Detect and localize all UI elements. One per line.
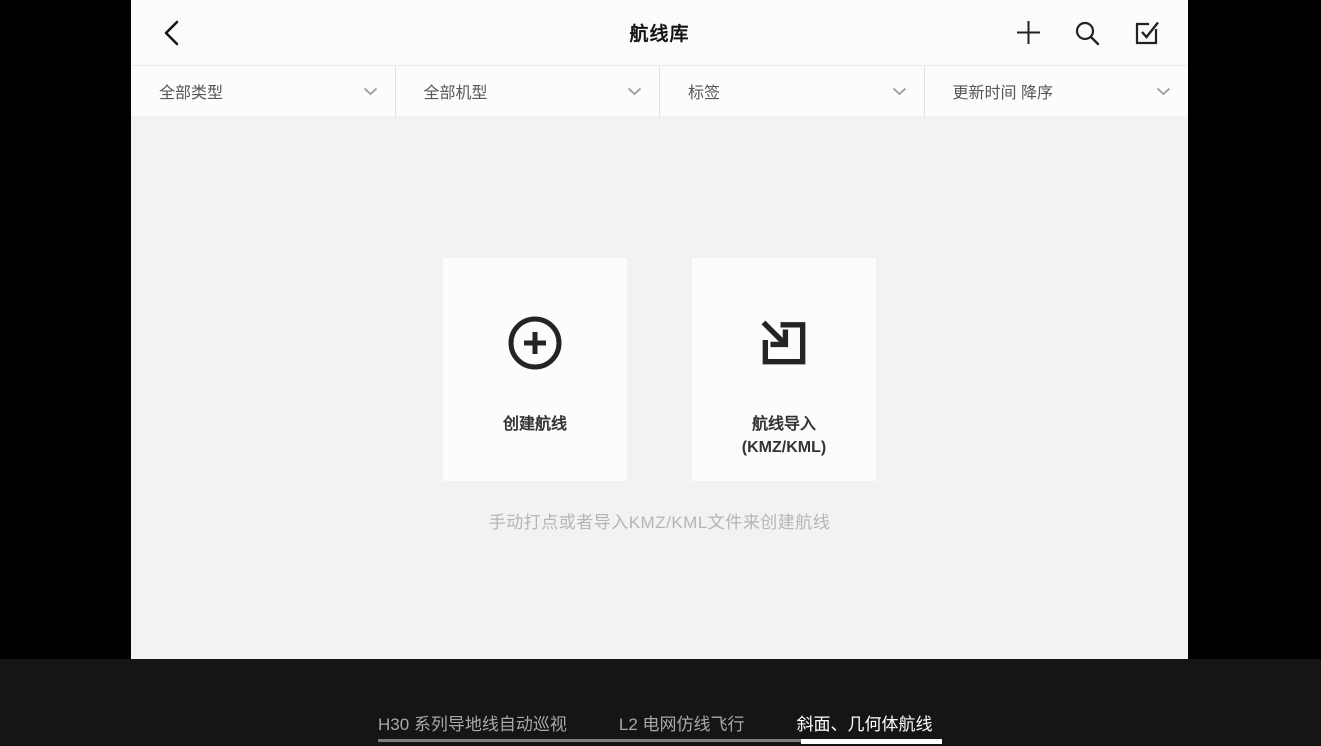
chevron-down-icon xyxy=(1156,87,1171,96)
filter-tag-label: 标签 xyxy=(688,79,720,103)
chevron-down-icon xyxy=(627,87,642,96)
search-button[interactable] xyxy=(1073,19,1101,47)
chevron-down-icon xyxy=(363,87,378,96)
checkbox-check-icon xyxy=(1133,20,1160,46)
route-library-panel: 航线库 xyxy=(131,0,1188,659)
action-cards-row: 创建航线 航线导入 (KMZ/KML) xyxy=(131,116,1188,481)
tab-l2-grid-flight[interactable]: L2 电网仿线飞行 xyxy=(619,710,745,735)
top-bar: 航线库 xyxy=(131,0,1188,66)
plus-icon xyxy=(1015,19,1042,46)
tab-slope-geometry-route[interactable]: 斜面、几何体航线 xyxy=(797,710,933,735)
bottom-tabs: H30 系列导地线自动巡视 L2 电网仿线飞行 斜面、几何体航线 xyxy=(378,710,933,735)
create-route-card[interactable]: 创建航线 xyxy=(443,258,627,481)
create-route-label: 创建航线 xyxy=(503,413,567,436)
import-icon xyxy=(756,315,812,371)
filter-model-label: 全部机型 xyxy=(424,79,488,103)
filter-type-label: 全部类型 xyxy=(159,79,223,103)
filter-type-dropdown[interactable]: 全部类型 xyxy=(131,66,395,116)
filter-sort-dropdown[interactable]: 更新时间 降序 xyxy=(924,66,1189,116)
multi-select-button[interactable] xyxy=(1132,19,1160,47)
filter-tag-dropdown[interactable]: 标签 xyxy=(659,66,924,116)
tab-h30-powerline-inspection[interactable]: H30 系列导地线自动巡视 xyxy=(378,710,567,735)
search-icon xyxy=(1074,20,1100,46)
filter-bar: 全部类型 全部机型 标签 更新时间 降序 xyxy=(131,66,1188,116)
chevron-down-icon xyxy=(892,87,907,96)
import-route-label: 航线导入 (KMZ/KML) xyxy=(742,413,826,459)
import-route-card[interactable]: 航线导入 (KMZ/KML) xyxy=(692,258,876,481)
import-route-label-line2: (KMZ/KML) xyxy=(742,436,826,459)
filter-sort-label: 更新时间 降序 xyxy=(953,79,1053,103)
helper-text: 手动打点或者导入KMZ/KML文件来创建航线 xyxy=(131,508,1188,533)
import-route-label-line1: 航线导入 xyxy=(742,413,826,436)
top-bar-actions xyxy=(1014,0,1160,65)
filter-model-dropdown[interactable]: 全部机型 xyxy=(395,66,660,116)
bottom-tab-band: H30 系列导地线自动巡视 L2 电网仿线飞行 斜面、几何体航线 xyxy=(0,659,1321,746)
active-tab-indicator xyxy=(801,739,942,744)
add-route-button[interactable] xyxy=(1014,19,1042,47)
content-area: 创建航线 航线导入 (KMZ/KML) 手动打点或者导入KMZ/KML文件来创建… xyxy=(131,116,1188,659)
circle-plus-icon xyxy=(507,315,563,371)
